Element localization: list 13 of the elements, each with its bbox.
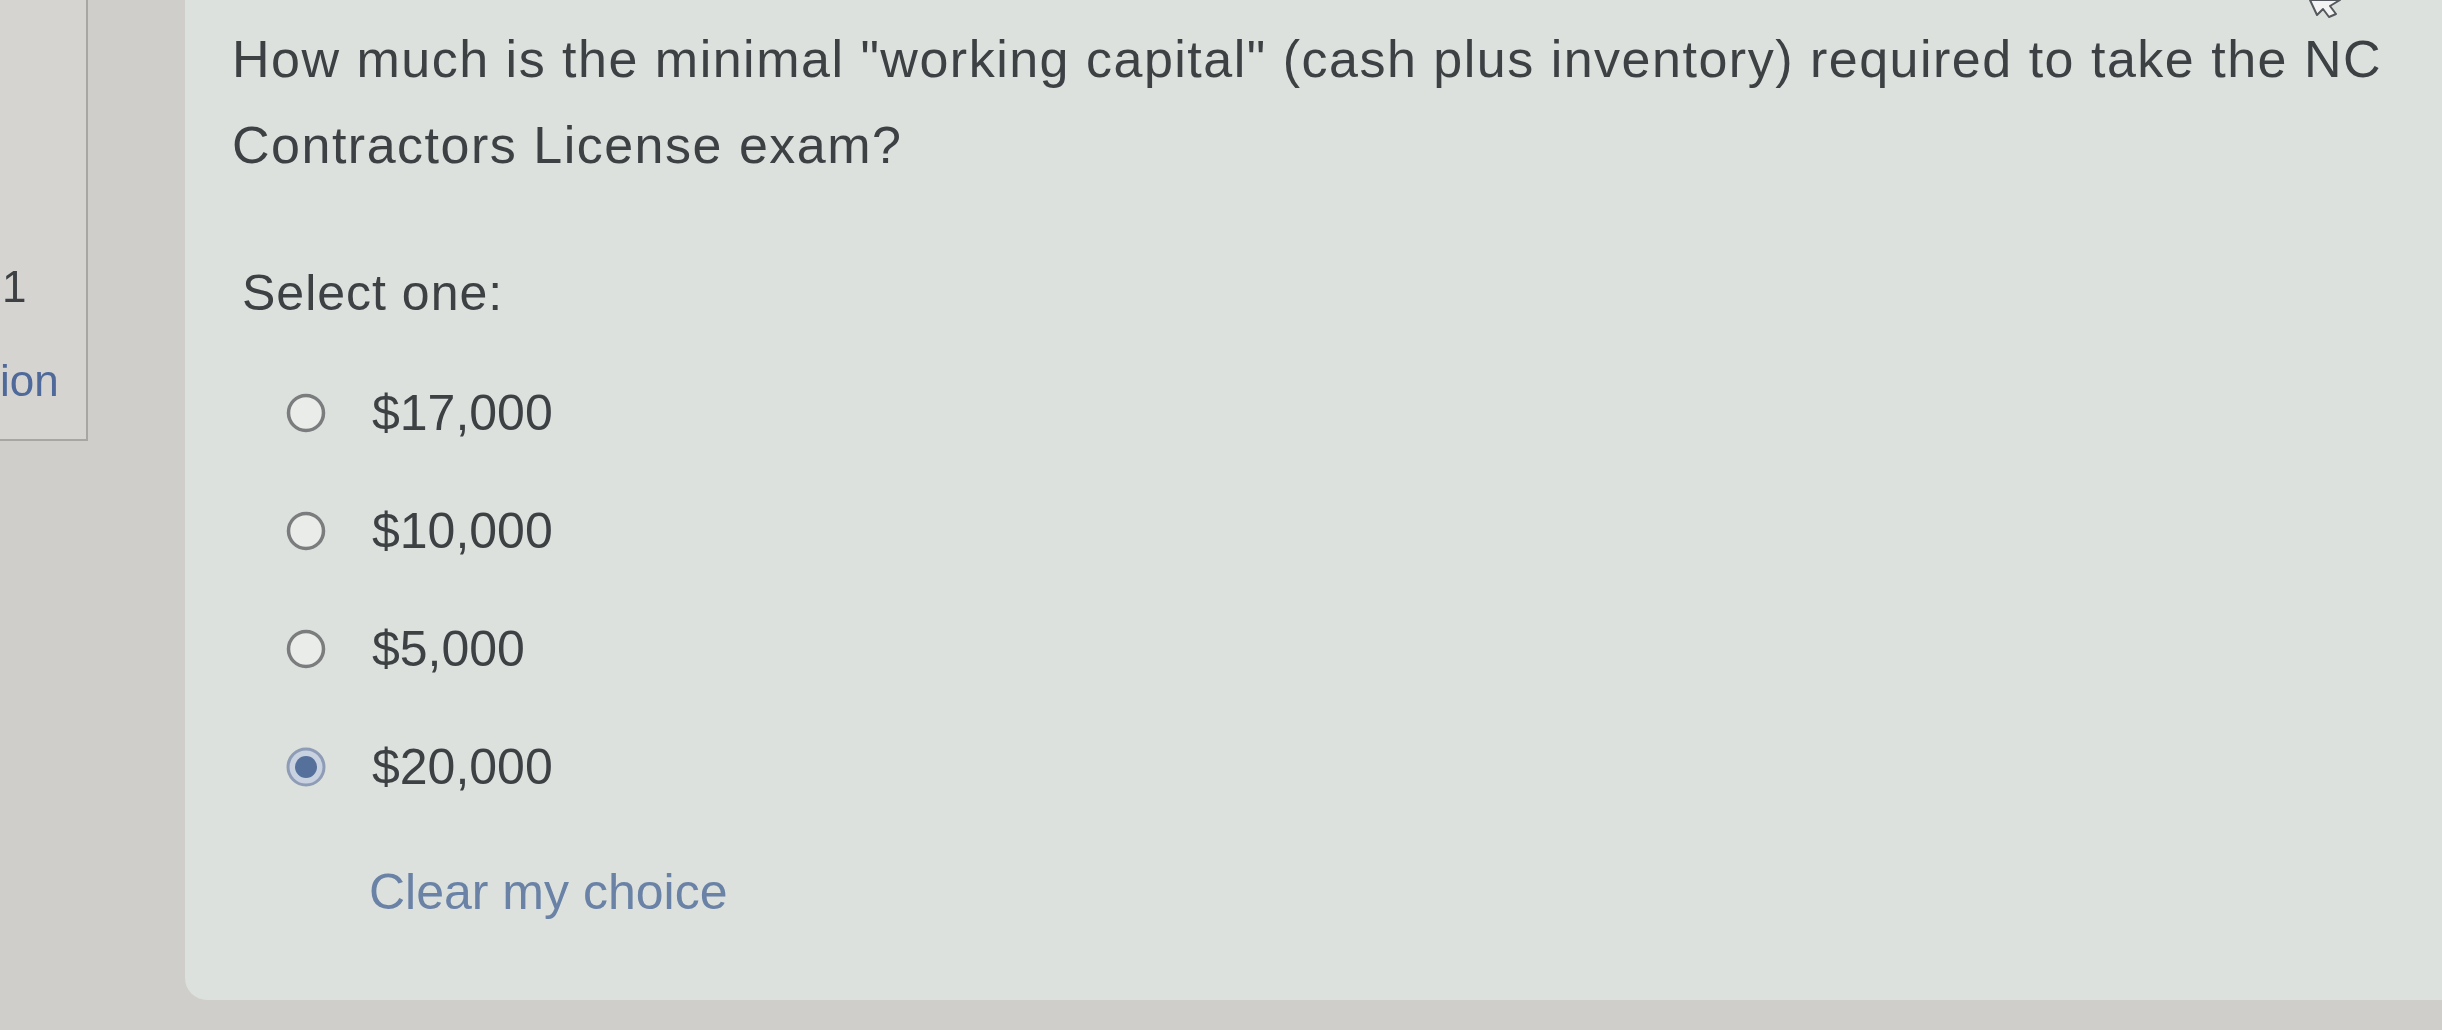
question-number: 1 <box>1 262 27 312</box>
question-text: How much is the minimal "working capital" (cash plus inventory) required to take the NC Contractors License exam? <box>232 29 2384 176</box>
mouse-pointer-icon <box>2308 0 2342 18</box>
radio-button[interactable] <box>286 393 326 433</box>
radio-button[interactable] <box>286 629 326 669</box>
select-one-prompt: Select one: <box>242 264 505 323</box>
option-label[interactable]: $10,000 <box>372 501 553 561</box>
radio-button[interactable] <box>286 511 326 551</box>
option-label[interactable]: $5,000 <box>372 619 525 679</box>
option-label[interactable]: $17,000 <box>372 383 553 443</box>
radio-button[interactable] <box>286 747 326 787</box>
question-link[interactable]: ion <box>0 356 59 406</box>
option-label[interactable]: $20,000 <box>372 737 553 797</box>
